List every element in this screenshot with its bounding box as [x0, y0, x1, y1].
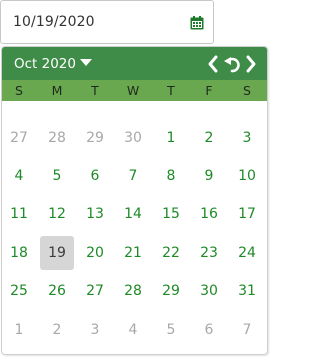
- day-cell[interactable]: 11: [2, 197, 36, 231]
- day-cell[interactable]: 13: [78, 197, 112, 231]
- day-cell[interactable]: 7: [116, 159, 150, 193]
- day-cell[interactable]: 12: [40, 197, 74, 231]
- caret-down-icon[interactable]: [79, 56, 93, 70]
- day-cell[interactable]: 17: [230, 197, 264, 231]
- weekday-label: W: [126, 83, 140, 98]
- day-cell[interactable]: 8: [154, 159, 188, 193]
- day-cell-other-month[interactable]: 5: [154, 313, 188, 347]
- weekday-label: T: [167, 83, 175, 98]
- day-cell[interactable]: 27: [78, 274, 112, 308]
- chevron-right-icon[interactable]: [245, 55, 257, 73]
- day-cell-other-month[interactable]: 2: [40, 313, 74, 347]
- day-cell[interactable]: 10: [230, 159, 264, 193]
- day-cell[interactable]: 9: [192, 159, 226, 193]
- weekday-label: S: [15, 83, 23, 98]
- weekday-label: F: [205, 83, 213, 98]
- day-cell[interactable]: 22: [154, 236, 188, 270]
- day-cell[interactable]: 4: [2, 159, 36, 193]
- chevron-left-icon[interactable]: [207, 55, 219, 73]
- day-cell[interactable]: 31: [230, 274, 264, 308]
- day-cell-other-month[interactable]: 28: [40, 121, 74, 155]
- day-cell-other-month[interactable]: 7: [230, 313, 264, 347]
- day-cell[interactable]: 2: [192, 121, 226, 155]
- day-cell[interactable]: 3: [230, 121, 264, 155]
- weekday-label: S: [243, 83, 251, 98]
- day-cell-other-month[interactable]: 3: [78, 313, 112, 347]
- day-cell[interactable]: 21: [116, 236, 150, 270]
- weekday-label: T: [91, 83, 99, 98]
- month-year-title[interactable]: Oct 2020: [14, 56, 76, 72]
- day-cell[interactable]: 6: [78, 159, 112, 193]
- day-cell[interactable]: 16: [192, 197, 226, 231]
- day-cell[interactable]: 15: [154, 197, 188, 231]
- date-input-field[interactable]: 10/19/2020: [0, 0, 214, 44]
- day-cell[interactable]: 18: [2, 236, 36, 270]
- day-cell-other-month[interactable]: 27: [2, 121, 36, 155]
- day-cell-other-month[interactable]: 4: [116, 313, 150, 347]
- day-cell[interactable]: 24: [230, 236, 264, 270]
- day-cell[interactable]: 28: [116, 274, 150, 308]
- day-cell[interactable]: 29: [154, 274, 188, 308]
- day-cell-other-month[interactable]: 30: [116, 121, 150, 155]
- day-cell[interactable]: 14: [116, 197, 150, 231]
- calendar-popup: Oct 2020 S M T W T F S 27 28 29 30 1 2 3 4 5 6 7 8 9…: [1, 46, 268, 355]
- calendar-header: Oct 2020: [2, 47, 267, 80]
- day-cell[interactable]: 25: [2, 274, 36, 308]
- day-cell-other-month[interactable]: 1: [2, 313, 36, 347]
- day-cell[interactable]: 5: [40, 159, 74, 193]
- date-input-value[interactable]: 10/19/2020: [13, 14, 95, 30]
- day-cell-selected[interactable]: 19: [40, 236, 74, 270]
- day-cell-other-month[interactable]: 29: [78, 121, 112, 155]
- weekday-label: M: [51, 83, 63, 98]
- weekday-header-row: S M T W T F S: [2, 80, 267, 101]
- day-cell[interactable]: 26: [40, 274, 74, 308]
- day-cell[interactable]: 1: [154, 121, 188, 155]
- day-cell[interactable]: 20: [78, 236, 112, 270]
- day-cell[interactable]: 30: [192, 274, 226, 308]
- calendar-icon[interactable]: [190, 16, 204, 30]
- undo-icon[interactable]: [223, 55, 241, 73]
- day-cell[interactable]: 23: [192, 236, 226, 270]
- day-cell-other-month[interactable]: 6: [192, 313, 226, 347]
